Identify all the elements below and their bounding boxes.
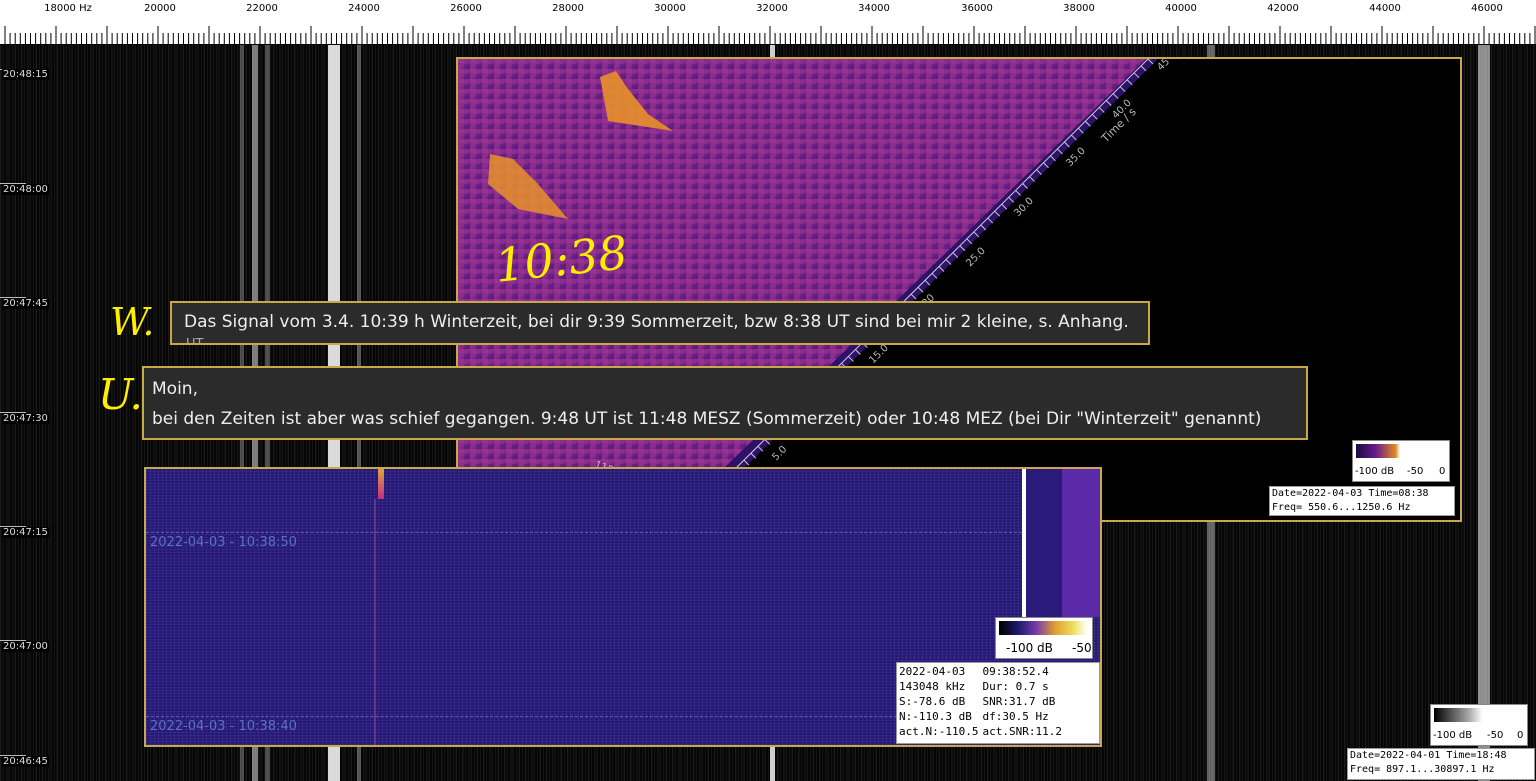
time-tick-label: 20:46:45 <box>2 756 49 767</box>
side-spectrum <box>1062 469 1100 617</box>
time-gridline <box>146 716 1022 718</box>
time-axis-tick-label: 45 <box>1155 59 1172 73</box>
colorbar-waterfall-2: -100 dB -50 <box>995 617 1093 659</box>
message-u-line2: bei den Zeiten ist aber was schief gegan… <box>152 409 1262 429</box>
freq-tick-label: 42000 <box>1267 3 1299 14</box>
message-w[interactable]: Das Signal vom 3.4. 10:39 h Winterzeit, … <box>170 301 1150 345</box>
spectrogram-3d-plot: Time / s 45 40.0 35.0 30.0 25.0 20 15.0 … <box>458 59 1172 479</box>
time-tick-label: 20:47:15 <box>2 527 49 538</box>
info-cell: 2022-04-03 <box>899 665 966 678</box>
freq-tick-label: 38000 <box>1063 3 1095 14</box>
colorbar-background: -100 dB -50 0 <box>1430 704 1528 746</box>
measurement-info: 2022-04-03 09:38:52.4 143048 kHz Dur: 0.7 … <box>896 662 1100 744</box>
info-row: S:-78.6 dB SNR:31.7 dB <box>899 694 1066 709</box>
info-cell: Dur: 0.7 s <box>982 680 1049 693</box>
colorbar-max-label: -50 <box>1072 641 1092 655</box>
time-tick-label: 20:48:15 <box>2 69 49 80</box>
colorbar-gradient <box>1356 444 1444 458</box>
time-tick-label: 20:48:00 <box>2 184 49 195</box>
freq-tick-label: 22000 <box>246 3 278 14</box>
freq-tick-label: 46000 <box>1471 3 1503 14</box>
freq-tick-label: 36000 <box>961 3 993 14</box>
freq-line: Freq= 897.1...30897.1 Hz <box>1350 764 1495 775</box>
info-cell: N:-110.3 dB <box>899 710 972 723</box>
freq-tick-label: 30000 <box>654 3 686 14</box>
message-w-text: Das Signal vom 3.4. 10:39 h Winterzeit, … <box>184 312 1129 332</box>
colorbar-min-label: -100 dB <box>1433 730 1473 741</box>
info-cell: 09:38:52.4 <box>982 665 1049 678</box>
timestamp-top: 2022-04-03 - 10:38:50 <box>150 535 297 550</box>
timestamp-bottom: 2022-04-03 - 10:38:40 <box>150 719 297 734</box>
freq-tick-label: 40000 <box>1165 3 1197 14</box>
info-cell: df:30.5 Hz <box>982 710 1049 723</box>
time-axis-tick-label: 35.0 <box>1064 146 1088 170</box>
signal-trace <box>374 499 376 745</box>
colorbar-mid-label: -50 <box>1407 466 1424 477</box>
side-spectrum <box>1026 469 1062 617</box>
signal-trace <box>378 469 384 499</box>
colorbar-min-label: -100 dB <box>1355 466 1395 477</box>
info-row: N:-110.3 dB df:30.5 Hz <box>899 709 1066 724</box>
background-waterfall-info: Date=2022-04-01 Time=18:48 Freq= 897.1..… <box>1347 748 1535 780</box>
time-gridline <box>146 532 1022 534</box>
info-row: 2022-04-03 09:38:52.4 <box>899 664 1066 679</box>
freq-tick-label: 20000 <box>144 3 176 14</box>
date-line: Date=2022-04-03 Time=08:38 <box>1272 488 1429 499</box>
freq-tick-label: 34000 <box>858 3 890 14</box>
colorbar-3d: -100 dB -50 0 <box>1352 440 1450 482</box>
colorbar-gradient <box>999 621 1087 635</box>
time-tick-label: 20:47:45 <box>2 298 49 309</box>
info-cell: SNR:31.7 dB <box>982 695 1056 708</box>
freq-tick-label: 26000 <box>450 3 482 14</box>
date-line: Date=2022-04-01 Time=18:48 <box>1350 750 1507 761</box>
spectrogram-3d-panel[interactable]: Time / s 45 40.0 35.0 30.0 25.0 20 15.0 … <box>456 57 1462 522</box>
freq-tick-label: 44000 <box>1369 3 1401 14</box>
handwritten-u-mark: U. <box>98 370 143 419</box>
freq-tick-label: 32000 <box>756 3 788 14</box>
colorbar-max-label: 0 <box>1517 730 1524 741</box>
time-axis-tick-label: 25.0 <box>964 246 988 270</box>
info-cell: act.N:-110.5 <box>899 725 979 738</box>
time-tick-label: 20:47:30 <box>2 413 49 424</box>
info-cell: S:-78.6 dB <box>899 695 966 708</box>
message-u[interactable]: Moin, bei den Zeiten ist aber was schief… <box>142 366 1308 440</box>
message-w-overflow: UT <box>186 337 204 345</box>
spectrogram-3d-info: Date=2022-04-03 Time=08:38 Freq= 550.6..… <box>1269 486 1455 516</box>
frequency-ruler: 18000 Hz 20000 22000 24000 26000 28000 3… <box>0 0 1536 45</box>
info-cell: 143048 kHz <box>899 680 966 693</box>
freq-line: Freq= 550.6...1250.6 Hz <box>1272 502 1411 513</box>
signal-stripe <box>1478 45 1490 781</box>
time-tick-label: 20:47:00 <box>2 641 49 652</box>
time-axis-tick-label: 15.0 <box>867 343 891 367</box>
info-cell: act.SNR:11.2 <box>982 725 1062 738</box>
freq-tick-label: 24000 <box>348 3 380 14</box>
message-u-line1: Moin, <box>152 379 198 399</box>
info-row: act.N:-110.5 act.SNR:11.2 <box>899 724 1066 739</box>
handwritten-w-mark: W. <box>110 300 155 344</box>
colorbar-max-label: 0 <box>1439 466 1446 477</box>
colorbar-mid-label: -50 <box>1487 730 1504 741</box>
colorbar-gradient <box>1434 708 1522 722</box>
freq-tick-label: 18000 Hz <box>44 3 92 14</box>
info-row: 143048 kHz Dur: 0.7 s <box>899 679 1066 694</box>
freq-tick-label: 28000 <box>552 3 584 14</box>
colorbar-min-label: -100 dB <box>1006 641 1053 655</box>
time-axis-tick-label: 5.0 <box>770 444 789 463</box>
